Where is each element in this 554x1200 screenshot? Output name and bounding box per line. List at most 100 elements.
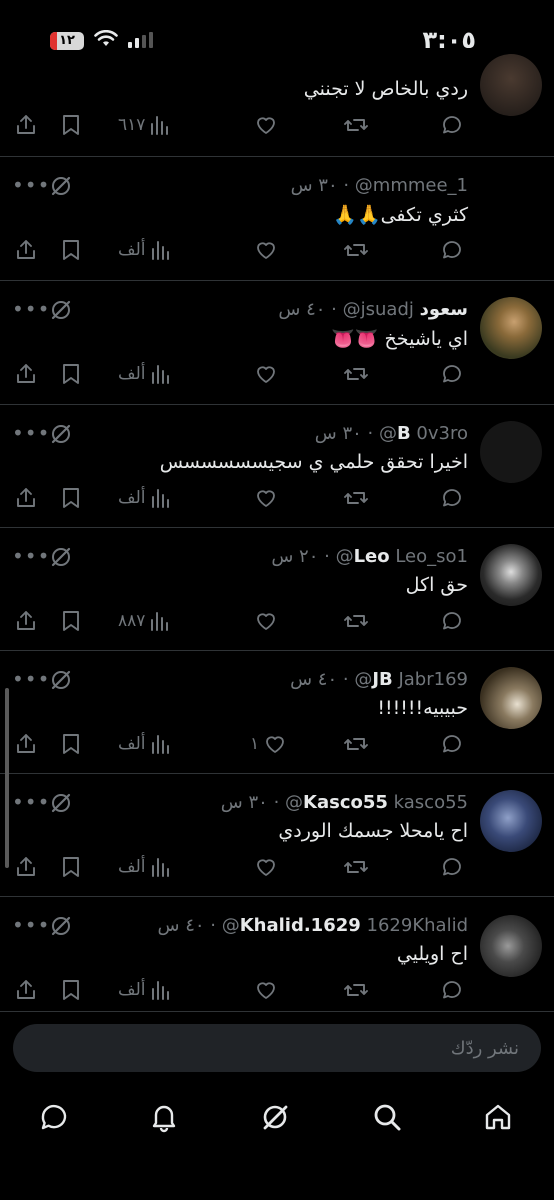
like-button[interactable] — [250, 110, 278, 140]
views-button[interactable]: ألف — [118, 483, 170, 513]
reply-input[interactable] — [13, 1024, 541, 1072]
more-options-button[interactable]: ••• — [12, 913, 50, 937]
repost-button[interactable] — [343, 606, 369, 636]
more-options-button[interactable]: ••• — [12, 667, 50, 691]
grok-icon[interactable] — [48, 421, 74, 447]
bookmark-button[interactable] — [60, 359, 82, 389]
avatar[interactable] — [480, 544, 542, 606]
more-options-button[interactable]: ••• — [12, 790, 50, 814]
author-handle[interactable]: Jabr169@ — [354, 669, 468, 690]
author-name[interactable]: JB — [372, 669, 392, 690]
repost-button[interactable] — [343, 235, 369, 265]
notifications-icon — [152, 1105, 176, 1133]
avatar[interactable] — [480, 297, 542, 359]
grok-icon[interactable] — [48, 667, 74, 693]
repost-button[interactable] — [343, 359, 369, 389]
avatar[interactable] — [480, 667, 542, 729]
repost-icon — [344, 738, 368, 750]
like-button[interactable] — [250, 235, 278, 265]
reply-button[interactable] — [440, 359, 464, 389]
reply-button[interactable] — [440, 235, 464, 265]
like-button[interactable] — [250, 975, 278, 1005]
bookmark-button[interactable] — [60, 110, 82, 140]
views-button[interactable]: ألف — [118, 729, 170, 759]
bookmark-button[interactable] — [60, 606, 82, 636]
tweet-actions: ألف — [0, 359, 554, 389]
bookmark-button[interactable] — [60, 235, 82, 265]
bookmark-button[interactable] — [60, 975, 82, 1005]
share-button[interactable] — [14, 483, 38, 513]
nav-grok[interactable] — [250, 1090, 300, 1144]
reply-button[interactable] — [440, 606, 464, 636]
tweet[interactable]: سعود jsuadj@ · ٤٠ س ••• اي ياشيخخ 👅👅 ألف — [0, 281, 554, 405]
repost-icon — [344, 492, 368, 504]
author-handle[interactable]: mmmee_1@ — [355, 175, 468, 196]
views-button[interactable]: ألف — [118, 852, 170, 882]
like-button[interactable] — [250, 606, 278, 636]
bookmark-button[interactable] — [60, 729, 82, 759]
tweet[interactable]: ردي بالخاص لا تجنني ٦١٧ — [0, 54, 554, 157]
reply-button[interactable] — [440, 852, 464, 882]
like-button[interactable] — [250, 483, 278, 513]
grok-icon[interactable] — [48, 173, 74, 199]
repost-button[interactable] — [343, 483, 369, 513]
repost-button[interactable] — [343, 729, 369, 759]
repost-button[interactable] — [343, 975, 369, 1005]
more-options-button[interactable]: ••• — [12, 297, 50, 321]
reply-button[interactable] — [440, 110, 464, 140]
share-button[interactable] — [14, 852, 38, 882]
share-button[interactable] — [14, 729, 38, 759]
author-handle[interactable]: 0v3ro@ — [379, 423, 468, 444]
reply-composer[interactable] — [13, 1024, 541, 1072]
more-options-button[interactable]: ••• — [12, 544, 50, 568]
bookmark-button[interactable] — [60, 852, 82, 882]
nav-notifications[interactable] — [139, 1090, 189, 1144]
tweet[interactable]: Leo Leo_so1@ · ٢٠ س ••• حق اكل ٨٨٧ — [0, 528, 554, 651]
scrollbar[interactable] — [5, 688, 9, 868]
nav-messages[interactable] — [29, 1090, 79, 1144]
author-name[interactable]: سعود — [420, 299, 468, 320]
grok-icon[interactable] — [48, 790, 74, 816]
more-options-button[interactable]: ••• — [12, 421, 50, 445]
author-name[interactable]: B — [397, 423, 411, 444]
nav-search[interactable] — [362, 1090, 412, 1144]
author-name[interactable]: Kasco55 — [303, 792, 388, 813]
tweet[interactable]: B 0v3ro@ · ٣٠ س ••• اخيرا تحقق حلمي ي سج… — [0, 405, 554, 528]
share-button[interactable] — [14, 110, 38, 140]
avatar[interactable] — [480, 421, 542, 483]
grok-icon[interactable] — [48, 544, 74, 570]
avatar[interactable] — [480, 54, 542, 116]
grok-icon[interactable] — [48, 297, 74, 323]
views-button[interactable]: ألف — [118, 359, 170, 389]
bookmark-button[interactable] — [60, 483, 82, 513]
tweet[interactable]: mmmee_1@ · ٣٠ س ••• كثري تكفى🙏🙏 ألف — [0, 157, 554, 281]
views-button[interactable]: ٨٨٧ — [118, 606, 169, 636]
like-button[interactable] — [250, 852, 278, 882]
author-name[interactable]: Khalid.1629 — [240, 915, 361, 936]
author-handle[interactable]: jsuadj@ — [343, 299, 414, 320]
views-button[interactable]: ٦١٧ — [118, 110, 169, 140]
share-button[interactable] — [14, 235, 38, 265]
author-name[interactable]: Leo — [354, 546, 390, 567]
share-button[interactable] — [14, 359, 38, 389]
reply-button[interactable] — [440, 483, 464, 513]
share-button[interactable] — [14, 606, 38, 636]
tweet[interactable]: Khalid.1629 1629Khalid@ · ٤٠ س ••• اح او… — [0, 897, 554, 1012]
like-button[interactable]: ١ — [250, 729, 287, 759]
reply-button[interactable] — [440, 729, 464, 759]
like-button[interactable] — [250, 359, 278, 389]
avatar[interactable] — [480, 915, 542, 977]
views-button[interactable]: ألف — [118, 235, 170, 265]
grok-icon[interactable] — [48, 913, 74, 939]
tweet[interactable]: Kasco55 kasco55@ · ٣٠ س ••• اح يامحلا جس… — [0, 774, 554, 897]
reply-button[interactable] — [440, 975, 464, 1005]
views-button[interactable]: ألف — [118, 975, 170, 1005]
nav-home[interactable] — [473, 1090, 523, 1144]
avatar[interactable] — [480, 790, 542, 852]
view-count: ألف — [118, 980, 146, 1000]
more-options-button[interactable]: ••• — [12, 173, 50, 197]
share-button[interactable] — [14, 975, 38, 1005]
repost-button[interactable] — [343, 852, 369, 882]
tweet[interactable]: JB Jabr169@ · ٤٠ س ••• حبيبيه!!!!!! ١ أل… — [0, 651, 554, 774]
repost-button[interactable] — [343, 110, 369, 140]
